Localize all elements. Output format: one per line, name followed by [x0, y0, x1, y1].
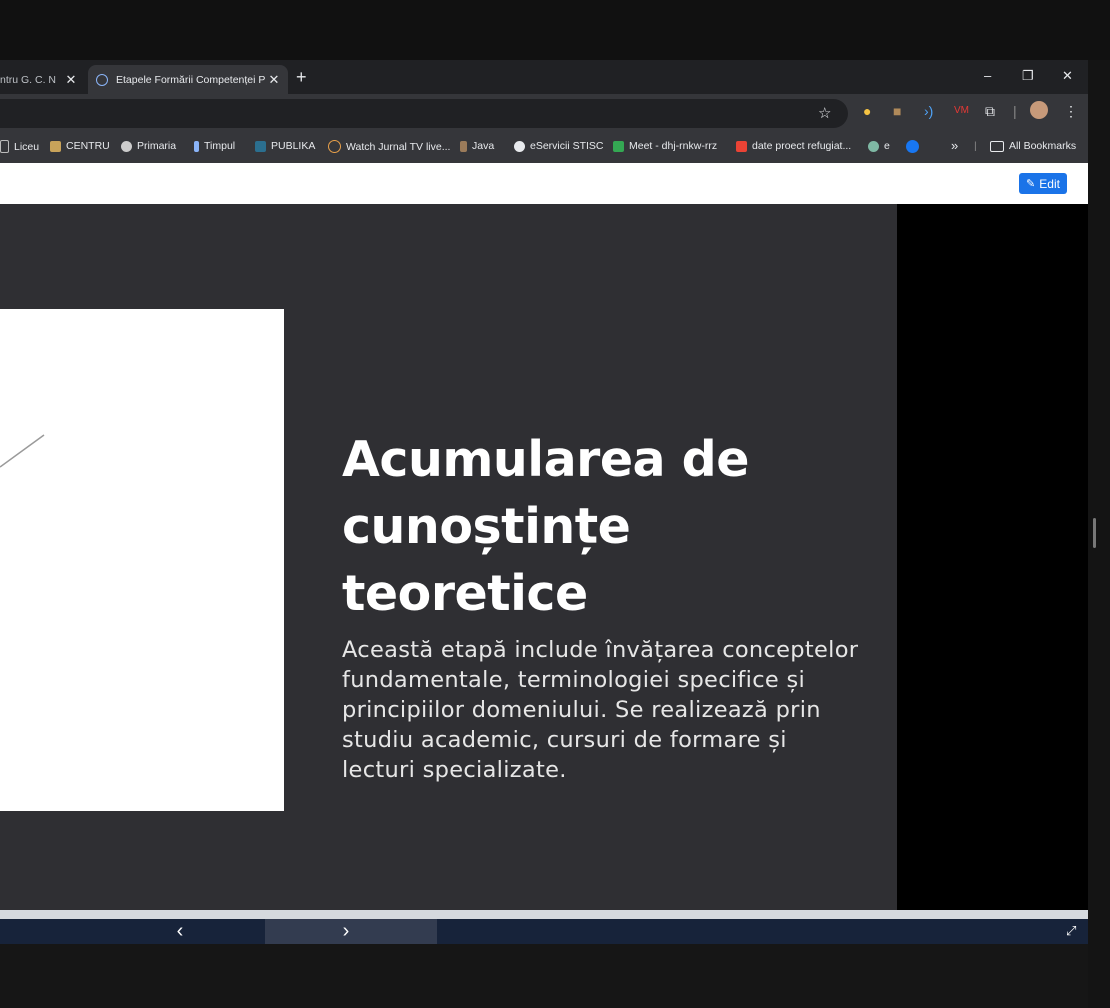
browser-toolbar: ☆ ● ■ ›) VM ⧉ | ⋮ — [0, 94, 1088, 133]
scrollbar-edge — [1088, 60, 1110, 1008]
background-top — [0, 0, 1110, 60]
bookmark-liceu[interactable]: Liceu — [0, 140, 39, 153]
bookmark-label: Liceu — [14, 140, 40, 153]
previous-slide-button[interactable]: ‹ — [120, 919, 240, 944]
slide-navigation: ‹ › ⤢ — [0, 919, 1088, 944]
timpul-icon — [194, 140, 199, 152]
tab-strip: ntru G. C. N ✕ Etapele Formării Competen… — [0, 60, 1088, 94]
pencil-icon: ✎ — [1026, 178, 1036, 190]
bookmark-e[interactable]: e — [868, 140, 890, 152]
bookmark-label: Watch Jurnal TV live... — [346, 140, 451, 153]
scrollbar-grip[interactable] — [1093, 518, 1096, 548]
bookmark-label: Primaria — [137, 140, 177, 152]
java-icon — [460, 140, 467, 152]
bookmark-publika[interactable]: PUBLIKA — [255, 140, 315, 152]
extension-wave-icon[interactable]: ›) — [924, 103, 933, 119]
extension-owl-icon[interactable]: ■ — [893, 103, 901, 119]
extension-vm-icon[interactable]: VM — [954, 105, 969, 116]
bookmark-meet[interactable]: Meet - dhj-rnkw-rrz — [613, 140, 717, 152]
bookmark-centru[interactable]: CENTRU — [50, 140, 110, 152]
bookmark-timpul[interactable]: Timpul — [194, 140, 235, 152]
slide-side-area — [897, 204, 1088, 910]
extensions-puzzle-icon[interactable]: ⧉ — [985, 103, 995, 120]
chatgpt-icon — [868, 140, 879, 152]
globe-icon — [96, 73, 108, 86]
bookmark-label: date proect refugiat... — [752, 140, 852, 152]
minimize-button[interactable]: – — [984, 68, 991, 83]
avatar[interactable] — [1030, 101, 1048, 119]
more-bookmarks-button[interactable]: » — [951, 138, 958, 153]
address-bar[interactable]: ☆ — [0, 99, 848, 128]
star-icon[interactable]: ☆ — [818, 104, 831, 122]
close-icon[interactable]: ✕ — [63, 72, 79, 88]
chevron-right-icon: › — [342, 920, 350, 942]
close-icon[interactable]: ✕ — [266, 72, 282, 88]
tab-etapele[interactable]: Etapele Formării Competenței P ✕ — [88, 65, 288, 94]
globe-icon — [514, 140, 525, 152]
edit-label: Edit — [1039, 176, 1060, 191]
bookmark-label: CENTRU — [66, 140, 110, 152]
bookmark-label: eServicii STISC — [530, 140, 604, 152]
facebook-icon — [906, 140, 919, 153]
close-window-button[interactable]: ✕ — [1062, 68, 1073, 84]
slide-illustration — [0, 434, 45, 468]
bookmark-label: e — [884, 140, 890, 152]
presentation-slide: Acumularea de cunoștințe teoretice Aceas… — [0, 204, 897, 910]
bookmark-divider: | — [974, 140, 977, 152]
fullscreen-icon[interactable]: ⤢ — [1066, 923, 1076, 939]
tab-centru[interactable]: ntru G. C. N ✕ — [0, 65, 85, 94]
slide-image — [0, 309, 284, 811]
slide-title: Acumularea de cunoștințe teoretice — [342, 431, 750, 622]
folder-icon — [50, 140, 61, 152]
bookmark-date-proect[interactable]: date proect refugiat... — [736, 140, 851, 152]
bookmark-primaria[interactable]: Primaria — [121, 140, 176, 152]
jurnal-icon — [328, 140, 341, 153]
toolbar-divider: | — [1013, 103, 1017, 119]
wordpress-icon — [121, 140, 132, 152]
bookmark-label: PUBLIKA — [271, 140, 316, 152]
bookmark-label: Timpul — [204, 140, 236, 152]
progress-bar — [0, 910, 1088, 919]
bookmark-eservicii[interactable]: eServicii STISC — [514, 140, 604, 152]
page-header: ✎ Edit — [0, 163, 1088, 204]
bookmark-label: Java — [472, 140, 495, 152]
bookmarks-bar: Liceu CENTRU Primaria Timpul PUBLIKA Wat… — [0, 133, 1088, 164]
page-icon — [0, 140, 9, 153]
next-slide-button[interactable]: › — [265, 919, 437, 944]
new-tab-button[interactable]: + — [296, 67, 307, 88]
folder-icon — [990, 140, 1004, 152]
bookmark-java[interactable]: Java — [460, 140, 494, 152]
bookmark-facebook[interactable] — [906, 140, 924, 153]
bookmark-jurnal[interactable]: Watch Jurnal TV live... — [328, 140, 450, 153]
extension-smiley-icon[interactable]: ● — [863, 103, 871, 119]
tab-title: Etapele Formării Competenței P — [116, 73, 266, 86]
edit-button[interactable]: ✎ Edit — [1019, 173, 1067, 194]
browser-window: ntru G. C. N ✕ Etapele Formării Competen… — [0, 60, 1088, 944]
menu-kebab-icon[interactable]: ⋮ — [1064, 103, 1078, 120]
bookmark-label: Meet - dhj-rnkw-rrz — [629, 140, 718, 152]
tab-title: ntru G. C. N — [0, 73, 57, 86]
slide-body: Această etapă include învățarea concepte… — [342, 637, 859, 783]
gmail-icon — [736, 140, 747, 152]
restore-button[interactable]: ❐ — [1022, 68, 1034, 84]
bookmark-label: All Bookmarks — [1009, 140, 1077, 152]
publika-icon — [255, 140, 266, 152]
meet-icon — [613, 140, 624, 152]
all-bookmarks-button[interactable]: All Bookmarks — [990, 140, 1076, 152]
chevron-left-icon: ‹ — [176, 920, 184, 942]
